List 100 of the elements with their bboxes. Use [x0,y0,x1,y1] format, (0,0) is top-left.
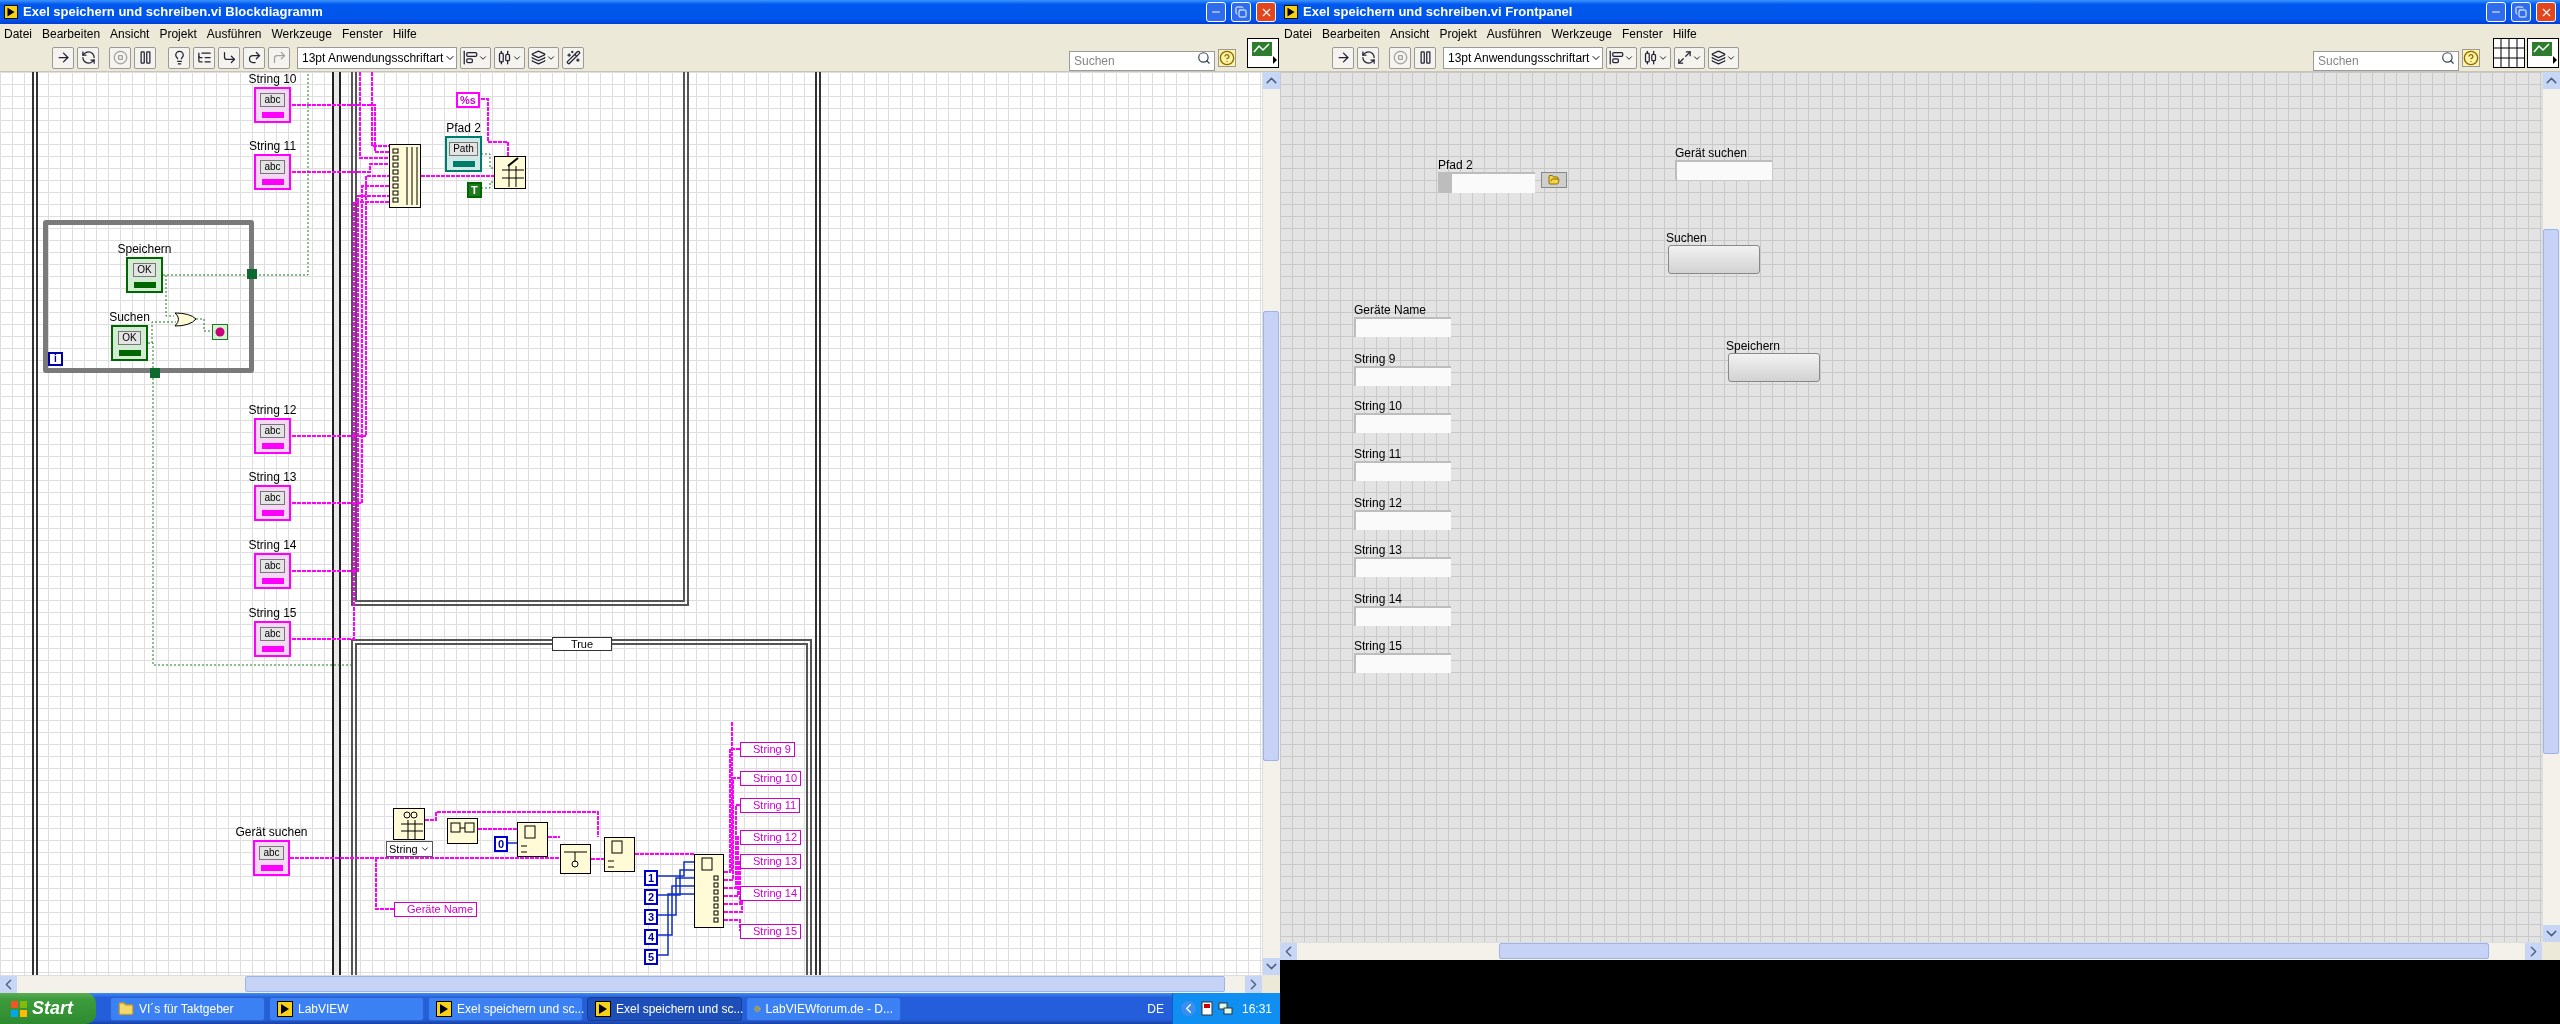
menu-item[interactable]: Ansicht [110,25,150,43]
menu-item[interactable]: Datei [1284,25,1312,43]
scrollbar-thumb[interactable] [245,976,1225,992]
distribute-button[interactable] [494,46,525,69]
taskbar-button[interactable]: LabVIEW [269,996,424,1021]
vertical-scrollbar[interactable] [2542,72,2560,942]
run-button[interactable] [52,46,74,69]
case-selector[interactable]: True [552,637,612,651]
push-button[interactable] [1668,245,1760,274]
scrollbar-thumb[interactable] [1263,311,1279,761]
network-icon[interactable] [1217,1001,1233,1016]
string-terminal[interactable]: abc [254,621,291,657]
menu-item[interactable]: Ausführen [206,25,262,43]
reorder-button[interactable] [1708,46,1739,69]
distribute-button[interactable] [1640,46,1671,69]
local-variable[interactable]: String 13 [740,854,802,869]
scroll-up-icon[interactable] [1263,72,1280,89]
local-variable[interactable]: Geräte Name [394,902,478,917]
local-variable[interactable]: String 14 [740,886,802,901]
string-terminal[interactable]: abc [254,154,291,190]
font-dropdown[interactable]: 13pt Anwendungsschriftart [1443,46,1603,69]
constant[interactable]: 5 [644,949,659,965]
build-array-node[interactable] [389,144,421,208]
index-array-node[interactable] [694,854,724,928]
taskbar-button[interactable]: Exel speichern und sc... [587,996,742,1021]
write-spreadsheet-node[interactable] [494,156,526,189]
vertical-scrollbar[interactable] [1262,72,1280,975]
close-button[interactable] [1256,2,1276,22]
string-field[interactable] [1675,160,1772,180]
restore-button[interactable] [2511,2,2531,22]
language-indicator[interactable]: DE [1147,999,1164,1018]
constant[interactable]: 1 [644,870,659,886]
boolean-terminal[interactable]: OK [111,325,148,361]
string-field[interactable] [1354,461,1451,481]
type-dropdown[interactable]: String [386,841,433,857]
local-variable[interactable]: String 9 [740,742,795,757]
clean-up-button[interactable] [562,46,584,69]
horizontal-scrollbar[interactable] [0,975,1262,993]
scrollbar-thumb[interactable] [1499,943,2489,959]
local-variable[interactable]: String 12 [740,830,802,845]
string-field[interactable] [1354,557,1451,577]
align-button[interactable] [1606,46,1637,69]
string-field[interactable] [1354,606,1451,626]
constant[interactable]: T [467,182,482,198]
constant[interactable]: 2 [644,889,659,905]
menu-item[interactable]: Projekt [159,25,197,43]
string-terminal[interactable]: abc [253,840,290,876]
taskbar-button[interactable]: LabVIEWforum.de - D... [746,996,901,1021]
reorder-button[interactable] [528,46,559,69]
string-terminal[interactable]: abc [254,485,291,521]
minimize-button[interactable] [2486,2,2506,22]
menu-item[interactable]: Fenster [341,25,383,43]
align-button[interactable] [460,46,491,69]
index-array-node[interactable] [517,822,548,857]
restore-button[interactable] [1231,2,1251,22]
scroll-down-icon[interactable] [1263,958,1280,975]
run-continuously-button[interactable] [77,46,99,69]
local-variable[interactable]: String 10 [740,771,802,786]
browse-button[interactable] [1541,172,1567,188]
search-field[interactable]: Suchen [2313,50,2459,71]
local-variable[interactable]: String 11 [740,798,801,813]
highlight-execution-button[interactable] [168,46,190,69]
constant[interactable]: 0 [494,836,509,852]
search-field[interactable]: Suchen [1069,50,1215,71]
pause-button[interactable] [134,46,156,69]
constant[interactable]: %s [456,92,480,108]
push-button[interactable] [1728,353,1820,382]
string-terminal[interactable]: abc [254,87,291,123]
scroll-down-icon[interactable] [2543,925,2560,942]
index-array-node[interactable] [604,837,635,872]
taskbar-button[interactable]: Exel speichern und sc... [428,996,583,1021]
string-field[interactable] [1354,413,1451,433]
constant[interactable]: 3 [644,909,659,925]
menu-item[interactable]: Datei [4,25,32,43]
retain-wire-values-button[interactable] [193,46,215,69]
menu-item[interactable]: Hilfe [392,25,417,43]
menu-item[interactable]: Werkzeuge [1551,25,1612,43]
menu-item[interactable]: Projekt [1439,25,1477,43]
resize-button[interactable] [1674,46,1705,69]
scroll-right-icon[interactable] [1245,976,1262,993]
taskbar-button[interactable]: VI´s für Taktgeber [110,996,265,1021]
or-gate-icon[interactable] [174,312,197,327]
help-icon[interactable] [1218,48,1236,67]
string-terminal[interactable]: abc [254,418,291,454]
step-over-button[interactable] [243,46,265,69]
step-into-button[interactable] [218,46,240,69]
close-button[interactable] [2536,2,2556,22]
menu-item[interactable]: Ausführen [1486,25,1542,43]
start-button[interactable]: Start [0,993,96,1024]
run-continuously-button[interactable] [1357,46,1379,69]
transpose-array-node[interactable] [447,818,478,844]
expand-tray-icon[interactable] [1180,1001,1196,1016]
run-button[interactable] [1332,46,1354,69]
boolean-terminal[interactable]: OK [126,257,163,293]
path-field[interactable] [1438,172,1535,193]
string-field[interactable] [1354,653,1451,673]
menu-item[interactable]: Bearbeiten [1322,25,1381,43]
string-field[interactable] [1354,510,1451,530]
local-variable[interactable]: String 15 [740,924,802,939]
constant[interactable]: 4 [644,929,659,945]
